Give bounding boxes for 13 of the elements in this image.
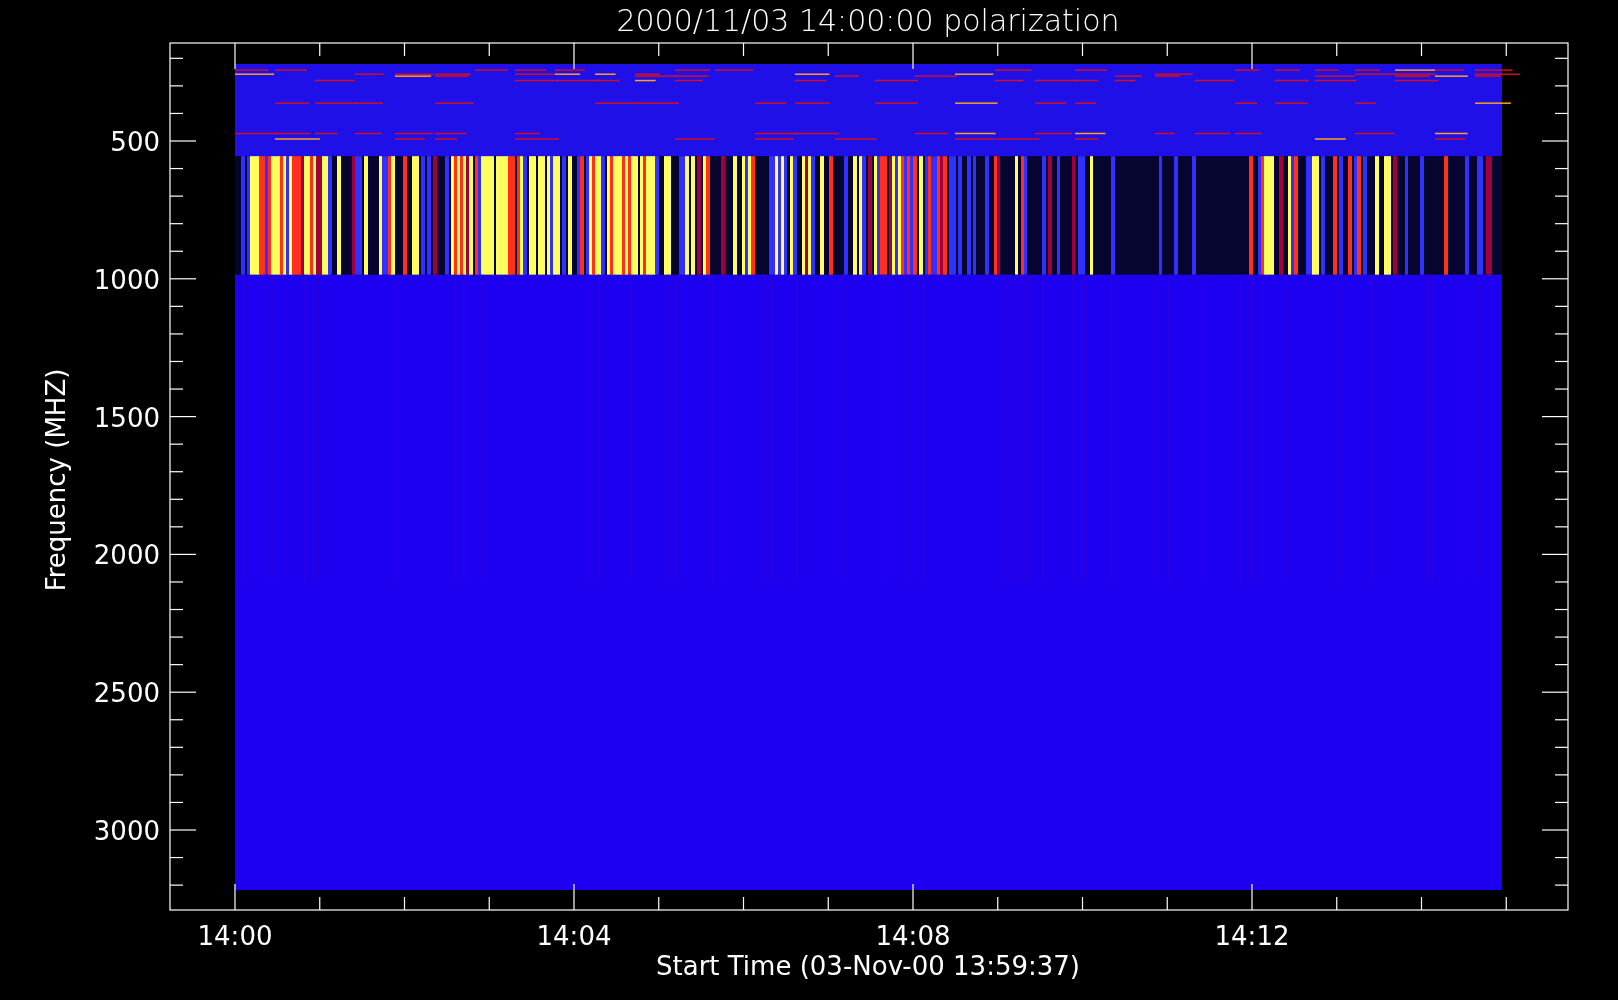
tick-label: 1000 <box>93 264 160 295</box>
tick-label: 2500 <box>93 678 160 709</box>
chart-title: 2000/11/03 14:00:00 polarization <box>616 3 1120 38</box>
axis-label: Frequency (MHZ) <box>41 368 71 592</box>
tick-label: 14:08 <box>875 921 951 951</box>
tick-label: 2000 <box>93 540 160 571</box>
tick-label: 14:04 <box>536 921 612 951</box>
tick-label: 3000 <box>93 816 160 846</box>
tick-label: 1500 <box>93 402 160 433</box>
tick-label: 14:12 <box>1214 921 1290 951</box>
tick-label: 500 <box>110 127 160 157</box>
tick-label: 14:00 <box>197 921 273 951</box>
axis-label: Start Time (03-Nov-00 13:59:37) <box>656 951 1080 981</box>
